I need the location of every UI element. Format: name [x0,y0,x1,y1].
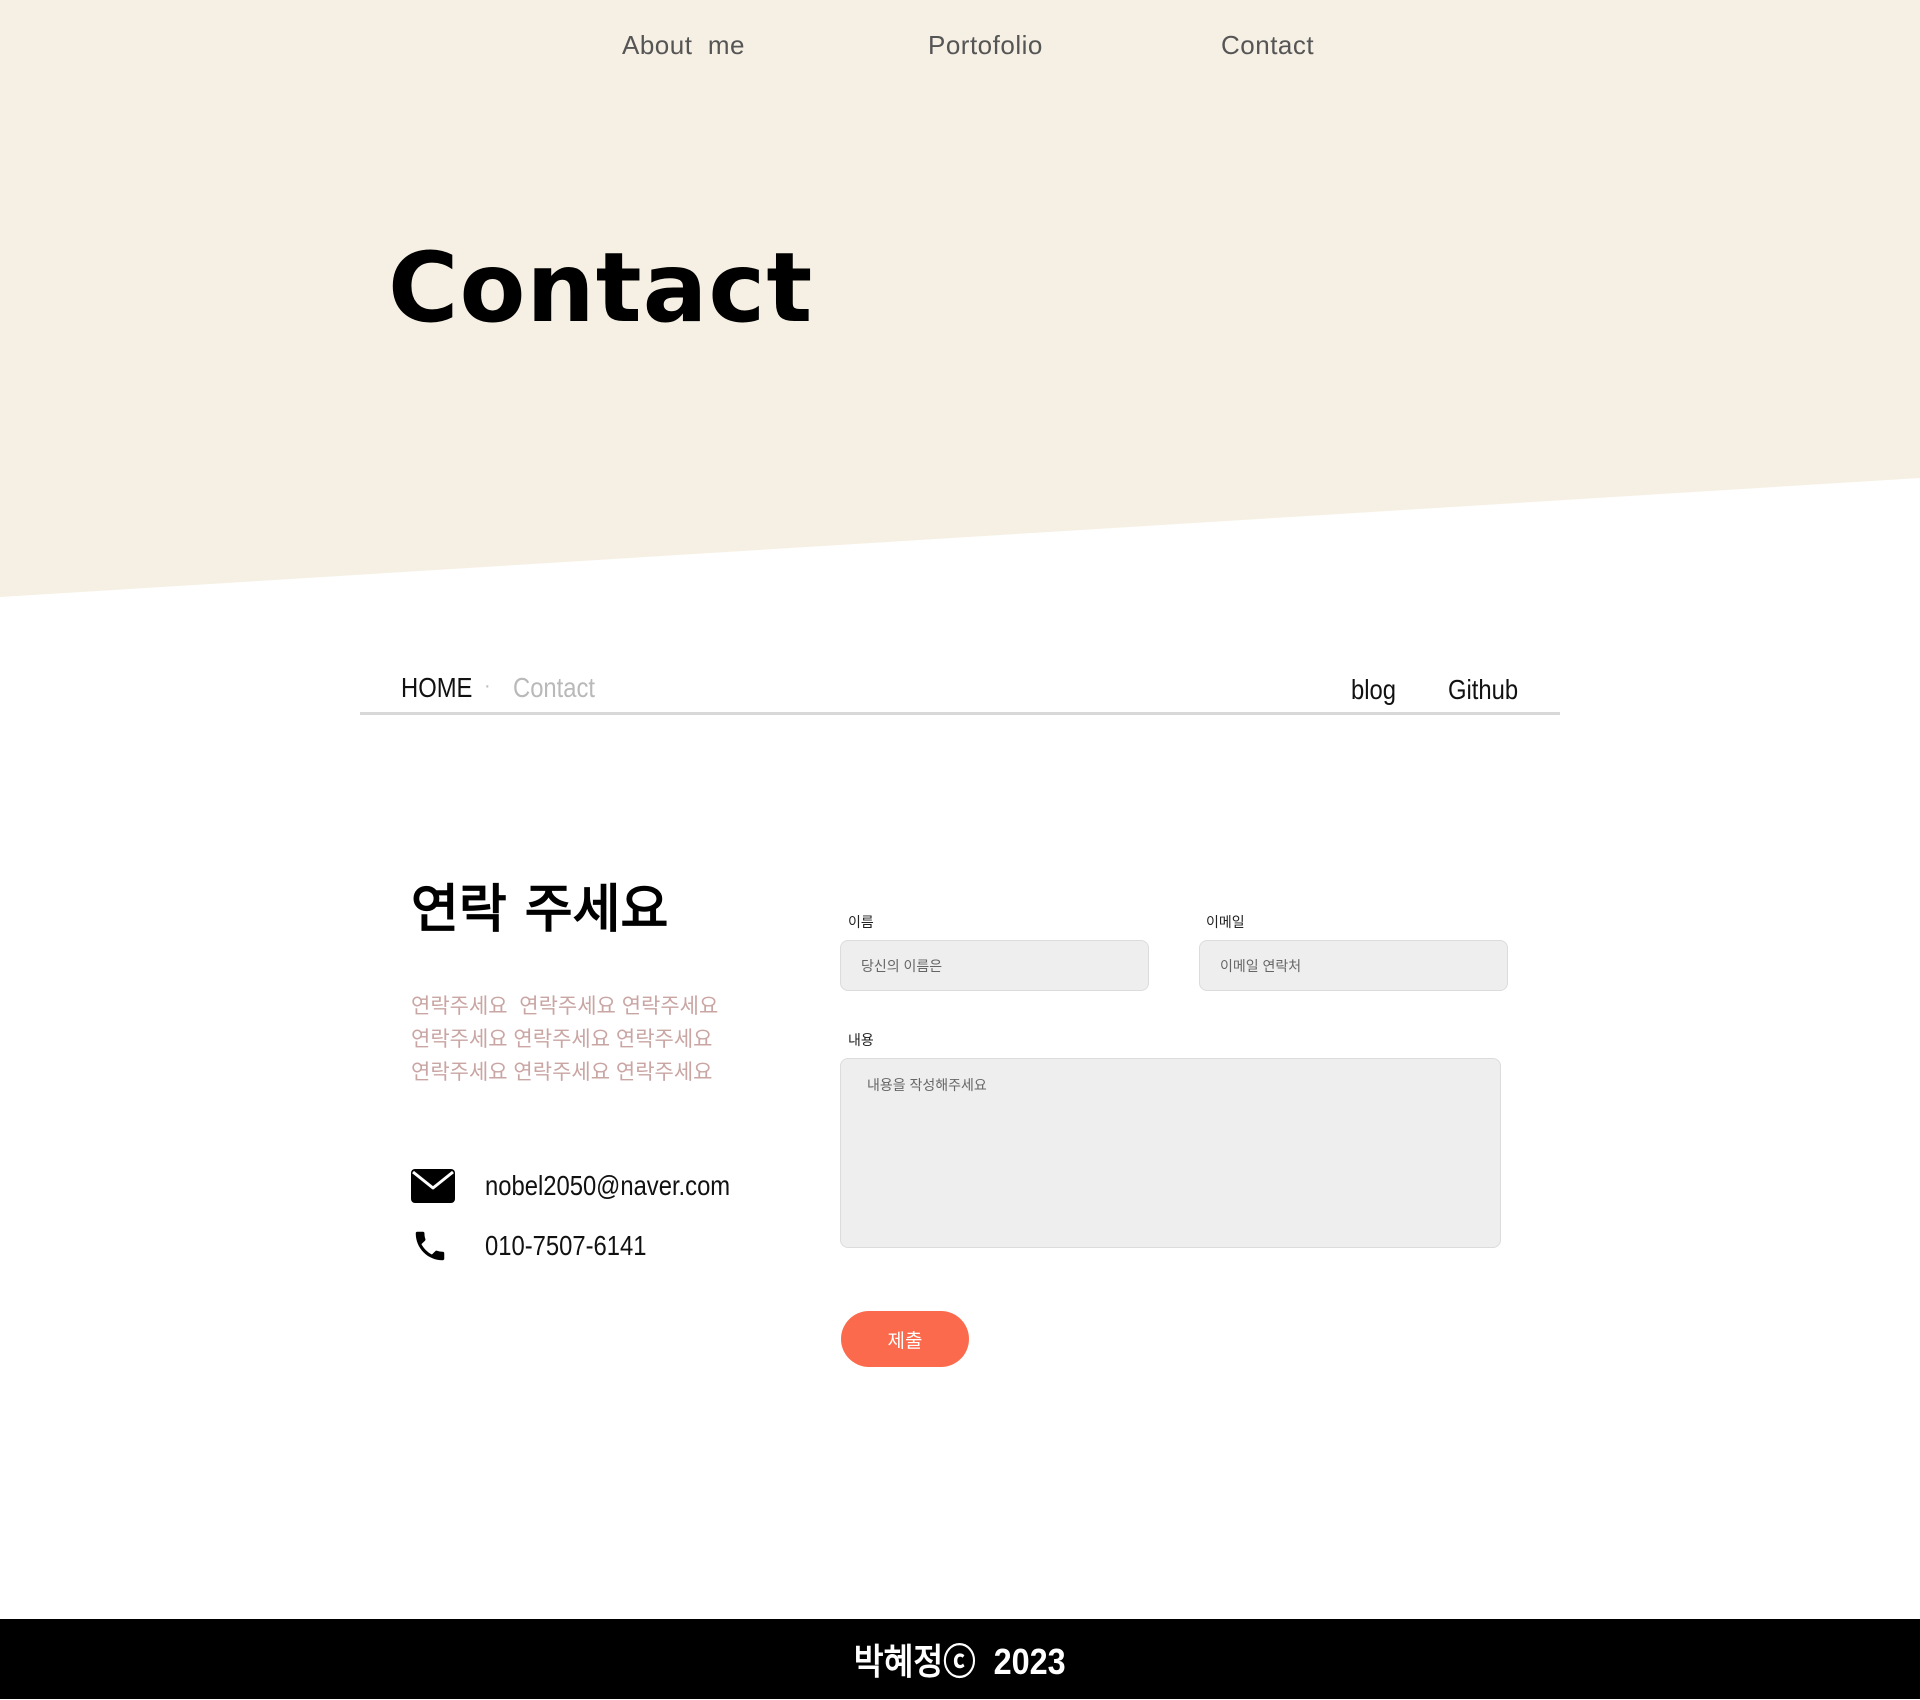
content-label: 내용 [848,1032,874,1048]
breadcrumb-separator: · [484,675,491,697]
footer-copyright: 박혜정ⓒ 2023 [854,1641,1066,1682]
page-title: Contact [388,232,814,344]
hero-background [0,0,1920,597]
name-input[interactable] [840,940,1149,991]
email-row: nobel2050@naver.com [411,1166,730,1206]
breadcrumb: HOME · Contact blog Github [360,660,1560,715]
contact-description-line: 연락주세요 연락주세요 연락주세요 [411,995,719,1018]
contact-section-title: 연락 주세요 [411,880,669,940]
name-label: 이름 [848,914,874,930]
nav-link-about[interactable]: About me [622,30,745,61]
phone-number: 010-7507-6141 [485,1230,647,1261]
breadcrumb-current: Contact [513,672,596,703]
submit-button[interactable]: 제출 [841,1311,969,1367]
nav-link-portfolio[interactable]: Portofolio [928,30,1043,61]
top-navigation: About me Portofolio Contact [0,30,1920,70]
phone-icon [411,1226,455,1266]
envelope-icon [411,1166,455,1206]
contact-description-line: 연락주세요 연락주세요 연락주세요 [411,1028,713,1051]
github-link[interactable]: Github [1448,674,1518,706]
phone-row: 010-7507-6141 [411,1226,646,1266]
email-address: nobel2050@naver.com [485,1170,731,1201]
footer: 박혜정ⓒ 2023 [0,1619,1920,1699]
email-label: 이메일 [1206,914,1245,930]
email-input[interactable] [1199,940,1508,991]
contact-description-line: 연락주세요 연락주세요 연락주세요 [411,1061,713,1084]
blog-link[interactable]: blog [1351,674,1396,706]
contact-description: 연락주세요 연락주세요 연락주세요 연락주세요 연락주세요 연락주세요 연락주세… [411,990,771,1089]
nav-link-contact[interactable]: Contact [1221,30,1314,61]
content-textarea[interactable] [840,1058,1501,1248]
breadcrumb-home-link[interactable]: HOME [401,672,472,704]
